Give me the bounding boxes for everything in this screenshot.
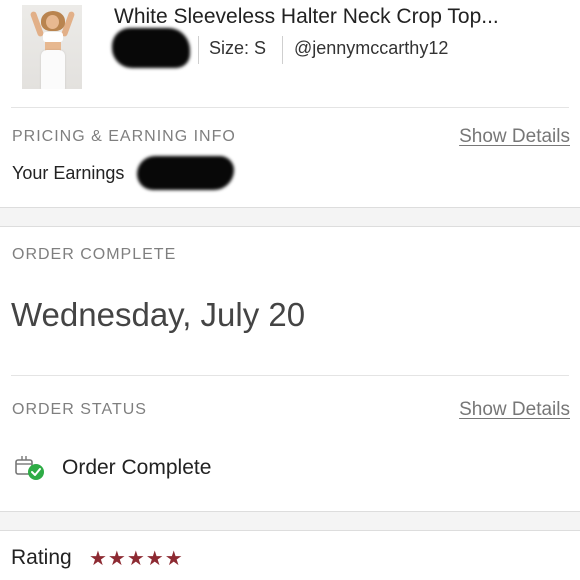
order-status-show-details-link[interactable]: Show Details — [459, 399, 570, 421]
rating-label: Rating — [11, 546, 72, 569]
product-size: Size: S — [209, 38, 267, 58]
box-check-icon — [15, 456, 44, 480]
seller-username[interactable]: @jennymccarthy12 — [294, 38, 448, 59]
section-spacer — [0, 511, 580, 531]
redaction-mark — [137, 156, 234, 190]
order-complete-date: Wednesday, July 20 — [11, 296, 306, 333]
section-spacer — [0, 207, 580, 227]
pricing-show-details-link[interactable]: Show Details — [459, 126, 570, 148]
order-status-text: Order Complete — [62, 456, 212, 479]
meta-separator — [198, 36, 199, 64]
rating-stars: ★★★★★ — [89, 548, 184, 570]
pricing-section-label: PRICING & EARNING INFO — [12, 128, 236, 145]
your-earnings-label: Your Earnings — [12, 163, 125, 183]
redaction-mark — [112, 28, 190, 68]
divider — [11, 107, 569, 108]
meta-separator — [282, 36, 283, 64]
product-summary: White Sleeveless Halter Neck Crop Top...… — [0, 0, 580, 100]
divider — [11, 375, 569, 376]
product-title[interactable]: White Sleeveless Halter Neck Crop Top... — [114, 5, 574, 29]
order-status-section-label: ORDER STATUS — [12, 401, 147, 418]
order-complete-section-label: ORDER COMPLETE — [12, 246, 177, 263]
product-thumbnail[interactable] — [22, 5, 82, 89]
